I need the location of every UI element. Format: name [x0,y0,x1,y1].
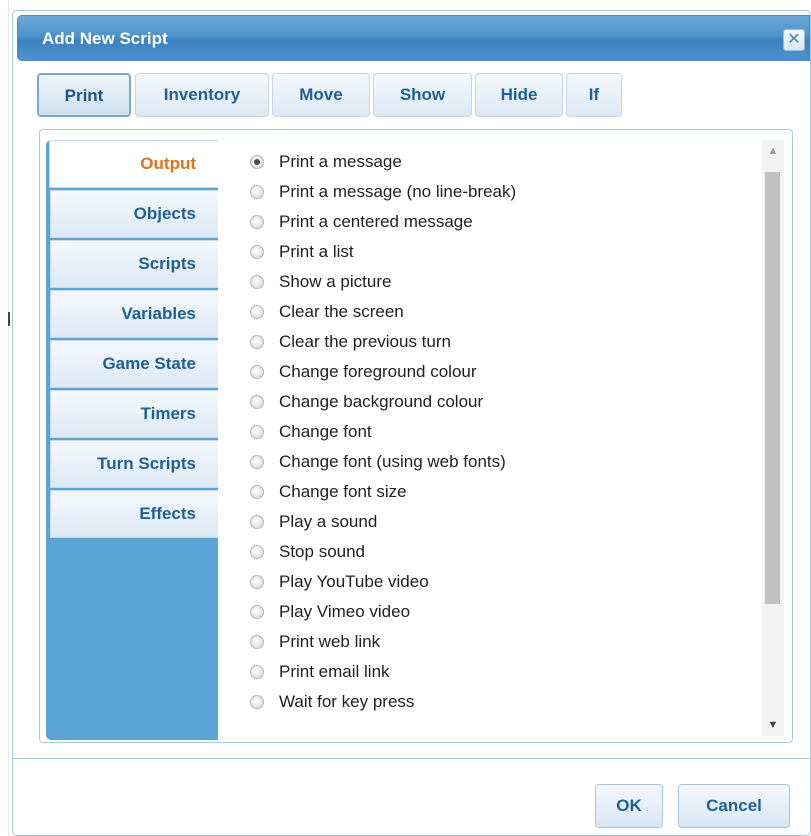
radio-button[interactable] [250,245,264,259]
script-option-label: Play Vimeo video [279,602,411,621]
script-option-label: Print a centered message [279,212,473,231]
script-option-label: Print a list [279,242,354,261]
script-option[interactable]: Print a list [246,240,746,270]
radio-button[interactable] [250,395,264,409]
tab-if[interactable]: If [566,73,622,117]
script-option[interactable]: Play YouTube video [246,570,746,600]
script-option[interactable]: Wait for key press [246,690,746,720]
radio-button[interactable] [250,605,264,619]
script-option[interactable]: Print a message (no line-break) [246,180,746,210]
script-option-label: Change foreground colour [279,362,477,381]
script-option[interactable]: Clear the previous turn [246,330,746,360]
script-option-label: Change font [279,422,372,441]
scrollbar-thumb[interactable] [765,172,780,604]
category-variables[interactable]: Variables [50,290,218,338]
script-option[interactable]: Change font (using web fonts) [246,450,746,480]
dialog-title: Add New Script [42,29,168,48]
script-option-label: Show a picture [279,272,392,291]
radio-button[interactable] [250,365,264,379]
script-panel: Output Objects Scripts Variables Game St… [39,129,793,743]
script-option-label: Print a message [279,152,402,171]
script-option-label: Clear the screen [279,302,404,321]
cancel-button[interactable]: Cancel [678,784,790,828]
option-list-scrollbar[interactable]: ▲ ▼ [762,140,784,736]
category-output[interactable]: Output [49,140,218,188]
script-option[interactable]: Stop sound [246,540,746,570]
script-option[interactable]: Print a message [246,150,746,180]
background-text-cursor [8,312,10,326]
script-option-label: Play YouTube video [279,572,429,591]
close-icon[interactable]: ✕ [783,29,805,51]
radio-button[interactable] [250,425,264,439]
footer-divider [13,758,810,759]
script-option[interactable]: Show a picture [246,270,746,300]
radio-button[interactable] [250,575,264,589]
category-effects[interactable]: Effects [50,490,218,538]
script-option[interactable]: Clear the screen [246,300,746,330]
script-option[interactable]: Change background colour [246,390,746,420]
category-timers[interactable]: Timers [50,390,218,438]
background-page-edge [0,0,9,836]
script-option-label: Change background colour [279,392,484,411]
scroll-down-arrow-icon[interactable]: ▼ [762,714,784,736]
radio-button[interactable] [250,455,264,469]
script-option[interactable]: Print web link [246,630,746,660]
radio-button[interactable] [250,545,264,559]
radio-button[interactable] [250,335,264,349]
category-sidebar: Output Objects Scripts Variables Game St… [46,140,218,740]
script-option-label: Change font size [279,482,407,501]
radio-button[interactable] [250,275,264,289]
radio-button[interactable] [250,695,264,709]
script-option-label: Stop sound [279,542,366,561]
tab-hide[interactable]: Hide [475,73,563,117]
script-option-label: Print a message (no line-break) [279,182,517,201]
script-option-label: Clear the previous turn [279,332,451,351]
category-game-state[interactable]: Game State [50,340,218,388]
category-objects[interactable]: Objects [50,190,218,238]
script-option[interactable]: Change foreground colour [246,360,746,390]
radio-button[interactable] [250,515,264,529]
script-option[interactable]: Print a centered message [246,210,746,240]
scroll-up-arrow-icon[interactable]: ▲ [762,140,784,162]
category-scripts[interactable]: Scripts [50,240,218,288]
script-option-label: Print web link [279,632,381,651]
tab-print[interactable]: Print [37,73,131,117]
script-option-label: Print email link [279,662,390,681]
tab-show[interactable]: Show [373,73,472,117]
tab-move[interactable]: Move [272,73,370,117]
script-option[interactable]: Play a sound [246,510,746,540]
radio-button[interactable] [250,215,264,229]
radio-button[interactable] [250,485,264,499]
dialog-titlebar[interactable]: Add New Script ✕ [17,15,810,61]
script-option[interactable]: Change font [246,420,746,450]
ok-button[interactable]: OK [595,784,663,828]
tab-inventory[interactable]: Inventory [135,73,269,117]
radio-button[interactable] [250,155,264,169]
radio-button[interactable] [250,665,264,679]
script-option-label: Play a sound [279,512,378,531]
add-script-dialog: Add New Script ✕ Print Inventory Move Sh… [12,10,811,836]
radio-button[interactable] [250,305,264,319]
radio-button[interactable] [250,185,264,199]
script-option[interactable]: Change font size [246,480,746,510]
script-option[interactable]: Play Vimeo video [246,600,746,630]
radio-button[interactable] [250,635,264,649]
category-turn-scripts[interactable]: Turn Scripts [50,440,218,488]
script-option[interactable]: Print email link [246,660,746,690]
script-option-label: Change font (using web fonts) [279,452,506,471]
script-option-label: Wait for key press [279,692,415,711]
